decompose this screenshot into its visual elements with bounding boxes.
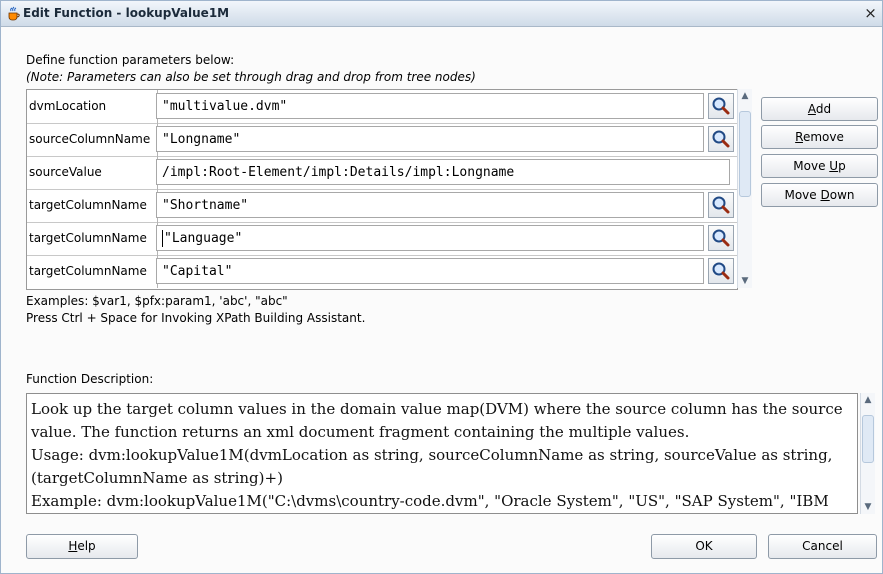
param-value-text: "Language": [164, 231, 243, 246]
param-name: dvmLocation: [27, 90, 158, 123]
magnifier-icon: [712, 196, 730, 214]
magnifier-icon: [712, 130, 730, 148]
add-button[interactable]: Add: [761, 97, 878, 121]
examples-hint: Examples: $var1, $pfx:param1, 'abc', "ab…: [26, 294, 288, 308]
param-value-input[interactable]: "Longname": [156, 126, 704, 152]
param-row-sourcevalue: sourceValue /impl:Root-Element/impl:Deta…: [27, 156, 737, 190]
param-name: targetColumnName: [27, 189, 158, 222]
intro-text: Define function parameters below:: [26, 53, 235, 67]
java-cup-icon: [5, 5, 22, 22]
param-name: sourceValue: [27, 156, 158, 189]
xpath-builder-button[interactable]: [708, 258, 734, 284]
param-row-targetcolumnname: targetColumnName "Shortname": [27, 189, 737, 223]
xpath-builder-button[interactable]: [708, 225, 734, 251]
scroll-thumb[interactable]: [862, 415, 874, 463]
param-name: targetColumnName: [27, 222, 158, 255]
scroll-up-icon[interactable]: ▲: [861, 393, 875, 407]
scroll-down-icon[interactable]: ▼: [861, 500, 875, 514]
scroll-thumb[interactable]: [739, 111, 751, 197]
close-button[interactable]: ×: [863, 6, 878, 21]
magnifier-icon: [712, 229, 730, 247]
xpath-assistant-hint: Press Ctrl + Space for Invoking XPath Bu…: [26, 311, 366, 325]
scroll-down-icon[interactable]: ▼: [738, 274, 752, 288]
move-down-button[interactable]: Move Down: [761, 183, 878, 207]
title-bar[interactable]: Edit Function - lookupValue1M ×: [1, 1, 882, 27]
function-description-text: Look up the target column values in the …: [31, 400, 843, 510]
function-description-box[interactable]: Look up the target column values in the …: [26, 393, 858, 514]
param-value-input[interactable]: "Shortname": [156, 192, 704, 218]
text-cursor: [162, 230, 163, 247]
param-row-dvmlocation: dvmLocation "multivalue.dvm": [27, 90, 737, 124]
param-name: sourceColumnName: [27, 123, 158, 156]
cancel-button[interactable]: Cancel: [768, 534, 877, 559]
xpath-builder-button[interactable]: [708, 192, 734, 218]
param-value-input[interactable]: "Capital": [156, 258, 704, 284]
xpath-builder-button[interactable]: [708, 126, 734, 152]
param-value-input[interactable]: "multivalue.dvm": [156, 93, 704, 119]
ok-button[interactable]: OK: [651, 534, 757, 559]
param-row-targetcolumnname: targetColumnName "Capital": [27, 255, 737, 288]
edit-function-dialog: Edit Function - lookupValue1M × Define f…: [0, 0, 883, 574]
param-value-input[interactable]: /impl:Root-Element/impl:Details/impl:Lon…: [156, 159, 730, 185]
magnifier-icon: [712, 97, 730, 115]
magnifier-icon: [712, 262, 730, 280]
parameter-scrollbar[interactable]: ▲ ▼: [737, 89, 752, 288]
intro-note: (Note: Parameters can also be set throug…: [26, 70, 476, 84]
scroll-up-icon[interactable]: ▲: [738, 89, 752, 103]
move-up-button[interactable]: Move Up: [761, 154, 878, 178]
description-scrollbar[interactable]: ▲ ▼: [860, 393, 875, 514]
param-name: targetColumnName: [27, 255, 158, 288]
window-title: Edit Function - lookupValue1M: [23, 6, 230, 20]
param-row-targetcolumnname: targetColumnName "Language": [27, 222, 737, 256]
param-row-sourcecolumnname: sourceColumnName "Longname": [27, 123, 737, 157]
help-button[interactable]: Help: [26, 534, 138, 559]
param-value-input[interactable]: "Language": [156, 225, 704, 251]
function-description-label: Function Description:: [26, 372, 154, 386]
xpath-builder-button[interactable]: [708, 93, 734, 119]
parameter-table: dvmLocation "multivalue.dvm" sourceColum…: [26, 89, 738, 290]
remove-button[interactable]: Remove: [761, 125, 878, 149]
